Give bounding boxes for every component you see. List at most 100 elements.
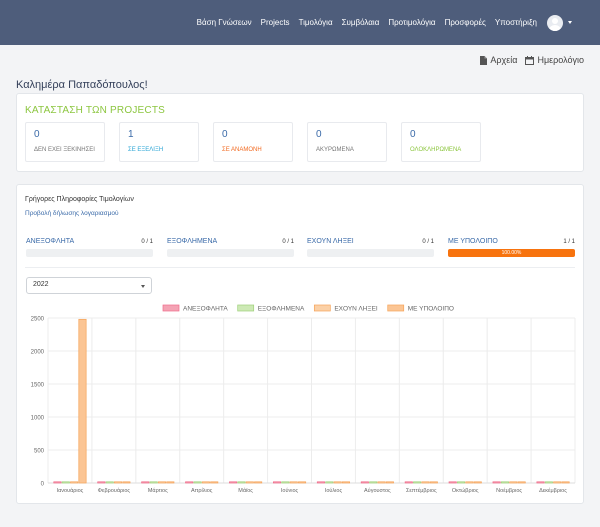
chart-bar	[53, 481, 62, 484]
x-tick-label: Δεκέμβριος	[539, 487, 567, 494]
chart-bar	[492, 481, 501, 484]
legend-swatch	[237, 304, 255, 312]
stat-value: 1	[128, 129, 134, 140]
chart-bar	[413, 481, 422, 484]
chart-bar	[141, 481, 150, 484]
x-tick-label: Οκτώβριος	[452, 487, 479, 494]
chart-bar	[105, 481, 114, 484]
chart-bar	[245, 481, 254, 484]
y-tick-label: 2000	[31, 350, 45, 356]
legend-swatch	[162, 304, 180, 312]
top-links: Αρχεία Ημερολόγιο	[472, 55, 584, 65]
nav-contracts[interactable]: Συμβόλαια	[342, 18, 380, 27]
y-tick-label: 0	[41, 482, 45, 488]
chart-bar	[429, 481, 438, 484]
x-tick-label: Ιανουάριος	[57, 487, 84, 494]
projects-status-card: ΚΑΤΑΣΤΑΣΗ ΤΩΝ PROJECTS 0 ΔΕΝ ΕΧΕΙ ΞΕΚΙΝΗ…	[16, 93, 584, 172]
x-tick-label: Νοέμβριος	[496, 487, 522, 494]
stat-label: ΣΕ ΕΞΕΛΙΞΗ	[128, 147, 164, 153]
stat-value: 0	[34, 129, 40, 140]
chart-bar	[201, 481, 210, 484]
x-tick-label: Ιούνιος	[281, 487, 299, 494]
x-tick-label: Μάϊος	[238, 487, 253, 494]
stat-label: ΑΚΥΡΩΜΕΝΑ	[316, 147, 354, 153]
stat-cancelled[interactable]: 0 ΑΚΥΡΩΜΕΝΑ	[307, 122, 387, 162]
chart-bar	[210, 481, 219, 484]
chart-bar	[114, 481, 123, 484]
chart-bar	[561, 481, 570, 484]
y-tick-label: 500	[34, 449, 45, 455]
chart-bar	[465, 481, 474, 484]
chart-bar	[298, 481, 307, 484]
chart-bar	[122, 481, 131, 484]
nav-projects[interactable]: Projects	[261, 18, 290, 27]
files-link-label: Αρχεία	[490, 55, 518, 65]
chart-bar	[377, 481, 386, 484]
chart-bar	[193, 481, 202, 484]
avatar-head-icon	[552, 17, 558, 24]
legend-label: ΑΝΕΞΟΦΛΗΤΑ	[183, 306, 228, 313]
chart-bar	[316, 481, 325, 484]
stat-label: ΔΕΝ ΕΧΕΙ ΞΕΚΙΝΗΣΕΙ	[34, 147, 95, 153]
nav-proforma[interactable]: Προτιμολόγια	[388, 18, 435, 27]
chart-bar	[273, 481, 282, 484]
chart-bar	[385, 481, 394, 484]
y-tick-label: 1500	[31, 383, 45, 389]
chart-bar	[97, 481, 106, 484]
file-icon	[480, 55, 488, 65]
x-tick-label: Μάρτιος	[148, 487, 168, 494]
chart-bar	[509, 481, 518, 484]
greeting: Καλημέρα Παπαδόπουλος!	[16, 79, 148, 91]
stat-not-started[interactable]: 0 ΔΕΝ ΕΧΕΙ ΞΕΚΙΝΗΣΕΙ	[25, 122, 105, 162]
invoices-bar-chart: 0 500 1000 1500 2000 2500 Ιανουάριος Φεβρουάριο…	[31, 304, 576, 494]
x-tick-label: Σεπτέμβριος	[406, 487, 437, 494]
legend-swatch	[313, 304, 331, 312]
x-tick-label: Ιούλιος	[325, 487, 343, 494]
stat-completed[interactable]: 0 ΟΛΟΚΛΗΡΩΜΕΝΑ	[401, 122, 481, 162]
chart-bar	[185, 481, 194, 484]
chart-bar	[457, 481, 466, 484]
chart-bar	[404, 481, 413, 484]
stat-value: 0	[410, 129, 416, 140]
nav-invoices[interactable]: Τιμολόγια	[299, 18, 333, 27]
chart-bar	[369, 481, 378, 484]
x-tick-label: Φεβρουάριος	[98, 487, 131, 494]
legend-label: ΜΕ ΥΠΟΛΟΙΠΟ	[408, 306, 454, 313]
stat-on-hold[interactable]: 0 ΣΕ ΑΝΑΜΟΝΗ	[213, 122, 293, 162]
user-avatar[interactable]	[547, 14, 563, 31]
chart-bar	[500, 481, 509, 484]
chart-bar	[536, 481, 545, 484]
nav-knowledge-base[interactable]: Βάση Γνώσεων	[197, 18, 252, 27]
chart-bar	[70, 481, 79, 484]
chart-bar	[360, 481, 369, 484]
chart-bar	[517, 481, 526, 484]
y-tick-label: 2500	[31, 317, 45, 323]
chevron-down-icon[interactable]	[568, 21, 572, 24]
invoices-card: Γρήγορες Πληροφορίες Τιμολογίων Προβολή …	[16, 184, 584, 504]
chart-bar	[448, 481, 457, 484]
calendar-icon	[525, 55, 535, 65]
chart-bar	[333, 481, 342, 484]
chart-bar	[157, 481, 166, 484]
stat-label: ΟΛΟΚΛΗΡΩΜΕΝΑ	[410, 147, 462, 153]
chart-bar	[473, 481, 482, 484]
calendar-link[interactable]: Ημερολόγιο	[525, 55, 584, 65]
chart-bar	[166, 481, 175, 484]
y-tick-label: 1000	[31, 416, 45, 422]
files-link[interactable]: Αρχεία	[480, 55, 517, 65]
nav-offers[interactable]: Προσφορές	[445, 18, 486, 27]
chart-bar	[325, 481, 334, 484]
nav-support[interactable]: Υποστήριξη	[495, 18, 537, 27]
stat-label: ΣΕ ΑΝΑΜΟΝΗ	[222, 147, 262, 153]
chart-bar	[78, 318, 87, 484]
chart-bar	[553, 481, 562, 484]
chart-bar	[229, 481, 238, 484]
x-tick-label: Αύγουστος	[364, 487, 391, 494]
chart-bar	[61, 481, 70, 484]
legend-swatch	[387, 304, 405, 312]
chart-bar	[254, 481, 263, 484]
chart-bar	[237, 481, 246, 484]
chart-bar	[341, 481, 350, 484]
stat-in-progress[interactable]: 1 ΣΕ ΕΞΕΛΙΞΗ	[119, 122, 199, 162]
chart-bar	[421, 481, 430, 484]
